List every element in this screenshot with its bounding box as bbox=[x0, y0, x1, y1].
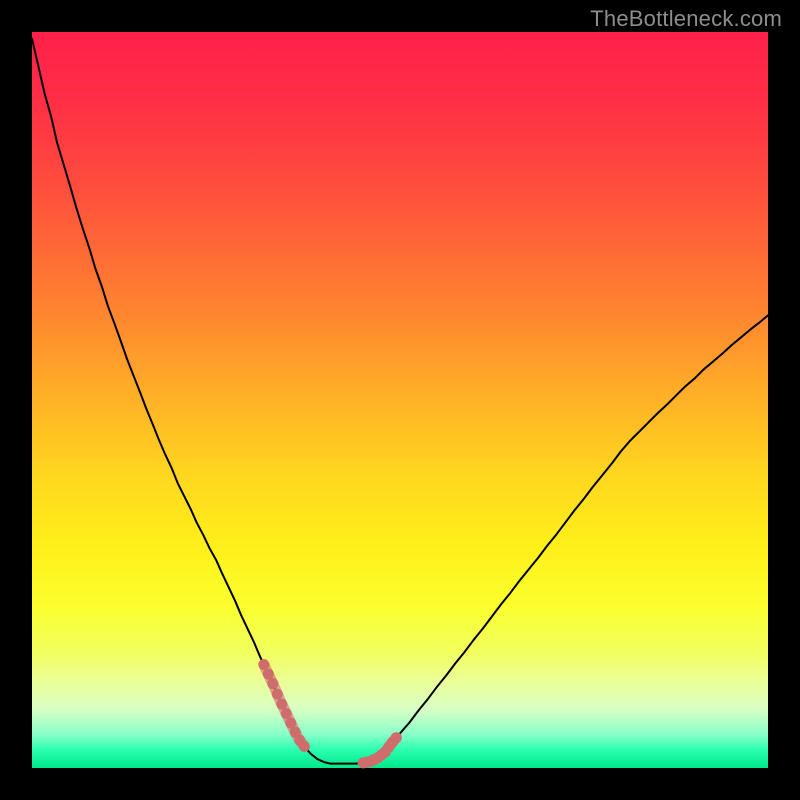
accent-dot bbox=[276, 699, 287, 710]
accent-dot bbox=[391, 732, 402, 743]
accent-dot bbox=[263, 669, 274, 680]
watermark-text: TheBottleneck.com bbox=[590, 6, 782, 32]
accent-dot bbox=[267, 678, 278, 689]
accent-dot bbox=[258, 659, 269, 670]
accent-dot bbox=[281, 708, 292, 719]
accent-dot bbox=[272, 689, 283, 700]
bottleneck-chart bbox=[0, 0, 800, 800]
accent-dot bbox=[299, 741, 310, 752]
chart-frame: TheBottleneck.com bbox=[0, 0, 800, 800]
